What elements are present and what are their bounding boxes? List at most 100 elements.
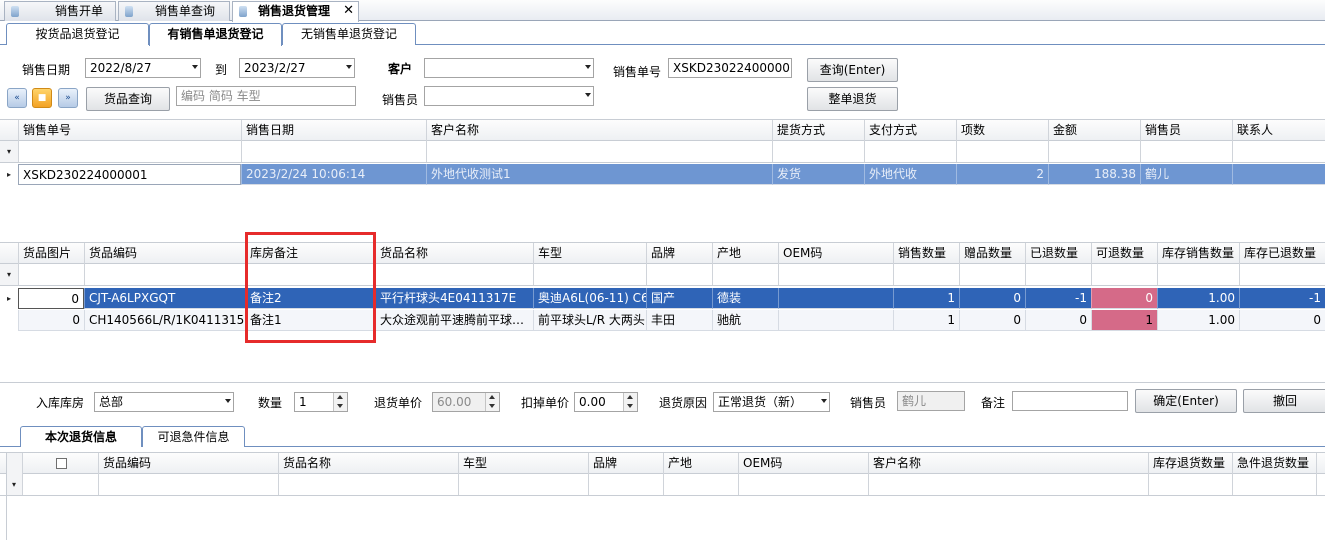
- cell-stock-sold[interactable]: 1.00: [1157, 288, 1239, 309]
- col-customer[interactable]: 客户名称: [426, 120, 772, 141]
- cell-stock-returned[interactable]: -1: [1239, 288, 1325, 309]
- cell-gift[interactable]: 0: [959, 288, 1025, 309]
- product-search-input[interactable]: 编码 简码 车型: [176, 86, 356, 106]
- tab-sales-query[interactable]: 销售单查询: [118, 1, 230, 21]
- salesperson-select[interactable]: [424, 86, 594, 106]
- filter-cell[interactable]: [956, 141, 1048, 162]
- col-return-code[interactable]: 货品编码: [98, 453, 278, 474]
- order-no-input[interactable]: XSKD230224000001: [668, 58, 792, 78]
- cell-returnable[interactable]: 1: [1091, 310, 1157, 331]
- filter-cell[interactable]: [712, 264, 778, 285]
- cell-salesperson[interactable]: 鹤儿: [1140, 164, 1232, 185]
- col-return-name[interactable]: 货品名称: [278, 453, 458, 474]
- table-row[interactable]: 0 CH140566L/R/1K0411315 备注1 大众途观前平速腾前平球……: [0, 310, 1325, 332]
- home-icon[interactable]: ■: [32, 88, 52, 108]
- col-origin[interactable]: 产地: [712, 243, 778, 264]
- date-from-picker[interactable]: 2022/8/27: [85, 58, 201, 78]
- tab-urgent-return[interactable]: 可退急件信息: [142, 426, 245, 447]
- qty-stepper[interactable]: 1: [294, 392, 348, 412]
- cell-oem[interactable]: [778, 288, 893, 309]
- filter-cell[interactable]: [241, 141, 426, 162]
- cell-code[interactable]: CJT-A6LPXGQT: [84, 288, 245, 309]
- col-return-model[interactable]: 车型: [458, 453, 588, 474]
- filter-cell[interactable]: [1239, 264, 1325, 285]
- col-returnable[interactable]: 可退数量: [1091, 243, 1157, 264]
- prev-icon[interactable]: «: [7, 88, 27, 108]
- filter-cell[interactable]: [278, 474, 458, 495]
- tab-sales-return[interactable]: 销售退货管理 ✕: [232, 1, 359, 22]
- cell-payment[interactable]: 外地代收: [864, 164, 956, 185]
- cell-stock-returned[interactable]: 0: [1239, 310, 1325, 331]
- cell-origin[interactable]: 德装: [712, 288, 778, 309]
- deduct-stepper[interactable]: 0.00: [574, 392, 638, 412]
- whole-return-button[interactable]: 整单退货: [807, 87, 898, 111]
- filter-cell[interactable]: [959, 264, 1025, 285]
- filter-cell[interactable]: [375, 264, 533, 285]
- filter-cell[interactable]: [893, 264, 959, 285]
- cell-gift[interactable]: 0: [959, 310, 1025, 331]
- col-stock-returned[interactable]: 库存已退数量: [1239, 243, 1325, 264]
- filter-cell[interactable]: [646, 264, 712, 285]
- col-order-no[interactable]: 销售单号: [18, 120, 241, 141]
- filter-cell[interactable]: [1148, 474, 1232, 495]
- filter-cell[interactable]: [663, 474, 738, 495]
- col-return-brand[interactable]: 品牌: [588, 453, 663, 474]
- filter-cell[interactable]: [426, 141, 772, 162]
- cell-sold[interactable]: 1: [893, 310, 959, 331]
- undo-button[interactable]: 撤回: [1243, 389, 1325, 413]
- col-image[interactable]: 货品图片: [18, 243, 84, 264]
- filter-cell[interactable]: [98, 474, 278, 495]
- col-return-oem[interactable]: OEM码: [738, 453, 868, 474]
- tab-return-by-product[interactable]: 按货品退货登记: [6, 23, 149, 45]
- filter-cell[interactable]: [588, 474, 663, 495]
- tab-current-return[interactable]: 本次退货信息: [20, 426, 142, 447]
- cell-customer[interactable]: 外地代收测试1: [426, 164, 772, 185]
- note-input[interactable]: [1012, 391, 1128, 411]
- filter-cell[interactable]: [772, 141, 864, 162]
- product-query-button[interactable]: 货品查询: [86, 87, 170, 111]
- filter-cell[interactable]: [1157, 264, 1239, 285]
- filter-cell[interactable]: [1048, 141, 1140, 162]
- col-gift[interactable]: 赠品数量: [959, 243, 1025, 264]
- select-all-checkbox[interactable]: [56, 458, 67, 469]
- tab-sales-order[interactable]: 销售开单: [4, 1, 116, 21]
- table-row[interactable]: ▸ XSKD230224000001 2023/2/24 10:06:14 外地…: [0, 164, 1325, 186]
- cell-sale-date[interactable]: 2023/2/24 10:06:14: [241, 164, 426, 185]
- cell-oem[interactable]: [778, 310, 893, 331]
- cell-returned[interactable]: 0: [1025, 310, 1091, 331]
- cell-items[interactable]: 2: [956, 164, 1048, 185]
- cell-returned[interactable]: -1: [1025, 288, 1091, 309]
- filter-cell[interactable]: [1232, 474, 1316, 495]
- warehouse-select[interactable]: 总部: [94, 392, 234, 412]
- col-contact[interactable]: 联系人: [1232, 120, 1325, 141]
- filter-cell[interactable]: [1025, 264, 1091, 285]
- spin-arrows-icon[interactable]: [485, 393, 499, 411]
- cell-contact[interactable]: [1232, 164, 1325, 185]
- filter-cell[interactable]: [868, 474, 1148, 495]
- filter-cell[interactable]: [18, 264, 84, 285]
- cell-code[interactable]: CH140566L/R/1K0411315: [84, 310, 245, 331]
- cell-origin[interactable]: 驰航: [712, 310, 778, 331]
- cell-order-no[interactable]: XSKD230224000001: [18, 164, 241, 185]
- col-oem[interactable]: OEM码: [778, 243, 893, 264]
- col-sold[interactable]: 销售数量: [893, 243, 959, 264]
- col-urgent-return-qty[interactable]: 急件退货数量: [1232, 453, 1316, 474]
- filter-cell[interactable]: [1232, 141, 1325, 162]
- price-stepper[interactable]: 60.00: [432, 392, 500, 412]
- filter-cell[interactable]: [1091, 264, 1157, 285]
- query-button[interactable]: 查询(Enter): [807, 58, 898, 82]
- spin-arrows-icon[interactable]: [333, 393, 347, 411]
- col-code[interactable]: 货品编码: [84, 243, 245, 264]
- filter-cell[interactable]: [533, 264, 646, 285]
- col-return-origin[interactable]: 产地: [663, 453, 738, 474]
- col-amount[interactable]: 金额: [1048, 120, 1140, 141]
- spin-arrows-icon[interactable]: [623, 393, 637, 411]
- filter-cell[interactable]: [22, 474, 98, 495]
- filter-cell[interactable]: [458, 474, 588, 495]
- filter-cell[interactable]: [1316, 474, 1325, 495]
- filter-cell[interactable]: [84, 264, 245, 285]
- select-all-cell[interactable]: [22, 453, 98, 474]
- cell-model[interactable]: 奥迪A6L(06-11) C6: [533, 288, 646, 309]
- cell-brand[interactable]: 国产: [646, 288, 712, 309]
- cell-image[interactable]: 0: [18, 310, 84, 331]
